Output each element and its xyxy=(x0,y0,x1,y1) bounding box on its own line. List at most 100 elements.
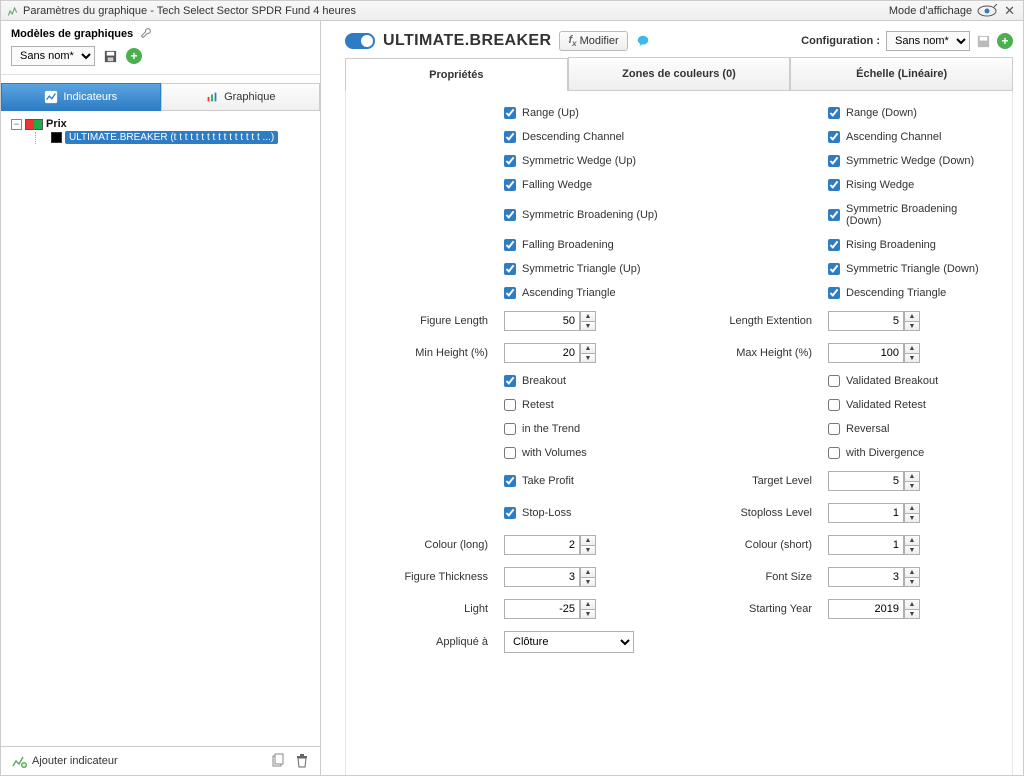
chk-sym_wedge_down-checkbox[interactable] xyxy=(828,155,840,167)
chk-sym_wedge_up-checkbox[interactable] xyxy=(504,155,516,167)
chk-asc_channel-checkbox[interactable] xyxy=(828,131,840,143)
input-min-height-down[interactable]: ▼ xyxy=(580,353,596,363)
chk-reversal-checkbox[interactable] xyxy=(828,423,840,435)
chk-desc_tri-checkbox[interactable] xyxy=(828,287,840,299)
modify-button[interactable]: fx Modifier xyxy=(559,31,627,51)
input-max-height-up[interactable]: ▲ xyxy=(904,343,920,353)
chk-asc_tri[interactable]: Ascending Triangle xyxy=(504,287,664,299)
input-starting-year-down[interactable]: ▼ xyxy=(904,609,920,619)
input-font-size[interactable] xyxy=(828,567,904,587)
input-figure-thickness-up[interactable]: ▲ xyxy=(580,567,596,577)
input-colour-long-up[interactable]: ▲ xyxy=(580,535,596,545)
input-length-ext-up[interactable]: ▲ xyxy=(904,311,920,321)
indicator-enable-toggle[interactable] xyxy=(345,33,375,49)
chk-sym_broad_down-checkbox[interactable] xyxy=(828,209,840,221)
chk-retest[interactable]: Retest xyxy=(504,399,664,411)
input-font-size-down[interactable]: ▼ xyxy=(904,577,920,587)
add-template-button[interactable]: + xyxy=(125,47,143,65)
save-config-icon[interactable] xyxy=(976,34,991,49)
chk-rise_broad[interactable]: Rising Broadening xyxy=(828,239,988,251)
chk-desc_channel[interactable]: Descending Channel xyxy=(504,131,664,143)
chk-fall_wedge-checkbox[interactable] xyxy=(504,179,516,191)
trash-icon[interactable] xyxy=(294,753,310,769)
chk-sym_broad_up[interactable]: Symmetric Broadening (Up) xyxy=(504,209,664,221)
input-max-height-down[interactable]: ▼ xyxy=(904,353,920,363)
config-select[interactable]: Sans nom* xyxy=(886,31,970,51)
tree-indicator-item[interactable]: ULTIMATE.BREAKER (t t t t t t t t t t t … xyxy=(65,131,278,144)
chk-range_down[interactable]: Range (Down) xyxy=(828,107,988,119)
chk-retest-checkbox[interactable] xyxy=(504,399,516,411)
chk-fall_broad[interactable]: Falling Broadening xyxy=(504,239,664,251)
input-starting-year[interactable] xyxy=(828,599,904,619)
chk-sym_tri_down-checkbox[interactable] xyxy=(828,263,840,275)
input-max-height[interactable] xyxy=(828,343,904,363)
add-indicator-button[interactable]: Ajouter indicateur xyxy=(11,753,118,769)
input-colour-short-down[interactable]: ▼ xyxy=(904,545,920,555)
input-figure-length-up[interactable]: ▲ xyxy=(580,311,596,321)
indicator-color-swatch[interactable] xyxy=(51,132,62,143)
chk-val-retest[interactable]: Validated Retest xyxy=(828,399,988,411)
input-length-ext[interactable] xyxy=(828,311,904,331)
chk-take-profit[interactable]: Take Profit xyxy=(504,475,664,487)
price-color-swatch[interactable] xyxy=(25,119,43,130)
input-figure-length-down[interactable]: ▼ xyxy=(580,321,596,331)
input-min-height[interactable] xyxy=(504,343,580,363)
chk-asc_tri-checkbox[interactable] xyxy=(504,287,516,299)
chk-with-vol-checkbox[interactable] xyxy=(504,447,516,459)
wrench-icon[interactable] xyxy=(139,27,152,40)
input-colour-long[interactable] xyxy=(504,535,580,555)
tree-collapse-icon[interactable]: − xyxy=(11,119,22,130)
chk-sym_tri_down[interactable]: Symmetric Triangle (Down) xyxy=(828,263,988,275)
chk-sym_wedge_up[interactable]: Symmetric Wedge (Up) xyxy=(504,155,664,167)
chk-range_down-checkbox[interactable] xyxy=(828,107,840,119)
input-stoploss-level[interactable] xyxy=(828,503,904,523)
input-light-up[interactable]: ▲ xyxy=(580,599,596,609)
input-colour-long-down[interactable]: ▼ xyxy=(580,545,596,555)
template-name-select[interactable]: Sans nom* xyxy=(11,46,95,66)
tree-root-label[interactable]: Prix xyxy=(46,118,67,130)
chk-sym_broad_up-checkbox[interactable] xyxy=(504,209,516,221)
chk-asc_channel[interactable]: Ascending Channel xyxy=(828,131,988,143)
chk-in-trend-checkbox[interactable] xyxy=(504,423,516,435)
input-colour-short-up[interactable]: ▲ xyxy=(904,535,920,545)
chk-stop-loss[interactable]: Stop-Loss xyxy=(504,507,664,519)
input-font-size-up[interactable]: ▲ xyxy=(904,567,920,577)
help-bubble-icon[interactable] xyxy=(636,34,650,48)
chk-reversal[interactable]: Reversal xyxy=(828,423,988,435)
display-mode-icon[interactable] xyxy=(976,4,998,18)
chk-desc_channel-checkbox[interactable] xyxy=(504,131,516,143)
input-starting-year-up[interactable]: ▲ xyxy=(904,599,920,609)
input-target-level[interactable] xyxy=(828,471,904,491)
chk-desc_tri[interactable]: Descending Triangle xyxy=(828,287,988,299)
tab-chart[interactable]: Graphique xyxy=(161,83,321,111)
chk-breakout[interactable]: Breakout xyxy=(504,375,664,387)
input-stoploss-level-up[interactable]: ▲ xyxy=(904,503,920,513)
add-config-button[interactable]: + xyxy=(997,33,1013,49)
input-length-ext-down[interactable]: ▼ xyxy=(904,321,920,331)
tab-properties[interactable]: Propriétés xyxy=(345,58,568,91)
chk-fall_wedge[interactable]: Falling Wedge xyxy=(504,179,664,191)
chk-breakout-checkbox[interactable] xyxy=(504,375,516,387)
chk-rise_wedge-checkbox[interactable] xyxy=(828,179,840,191)
chk-in-trend[interactable]: in the Trend xyxy=(504,423,664,435)
copy-icon[interactable] xyxy=(270,753,286,769)
input-min-height-up[interactable]: ▲ xyxy=(580,343,596,353)
tab-scale[interactable]: Échelle (Linéaire) xyxy=(790,57,1013,90)
input-figure-thickness-down[interactable]: ▼ xyxy=(580,577,596,587)
input-stoploss-level-down[interactable]: ▼ xyxy=(904,513,920,523)
input-figure-length[interactable] xyxy=(504,311,580,331)
chk-val-breakout[interactable]: Validated Breakout xyxy=(828,375,988,387)
close-icon[interactable]: ✕ xyxy=(1002,3,1017,19)
input-target-level-up[interactable]: ▲ xyxy=(904,471,920,481)
chk-sym_tri_up[interactable]: Symmetric Triangle (Up) xyxy=(504,263,664,275)
chk-sym_wedge_down[interactable]: Symmetric Wedge (Down) xyxy=(828,155,988,167)
chk-sym_tri_up-checkbox[interactable] xyxy=(504,263,516,275)
input-colour-short[interactable] xyxy=(828,535,904,555)
input-light-down[interactable]: ▼ xyxy=(580,609,596,619)
chk-rise_broad-checkbox[interactable] xyxy=(828,239,840,251)
chk-range_up-checkbox[interactable] xyxy=(504,107,516,119)
chk-with-div-checkbox[interactable] xyxy=(828,447,840,459)
input-light[interactable] xyxy=(504,599,580,619)
chk-with-div[interactable]: with Divergence xyxy=(828,447,988,459)
input-figure-thickness[interactable] xyxy=(504,567,580,587)
